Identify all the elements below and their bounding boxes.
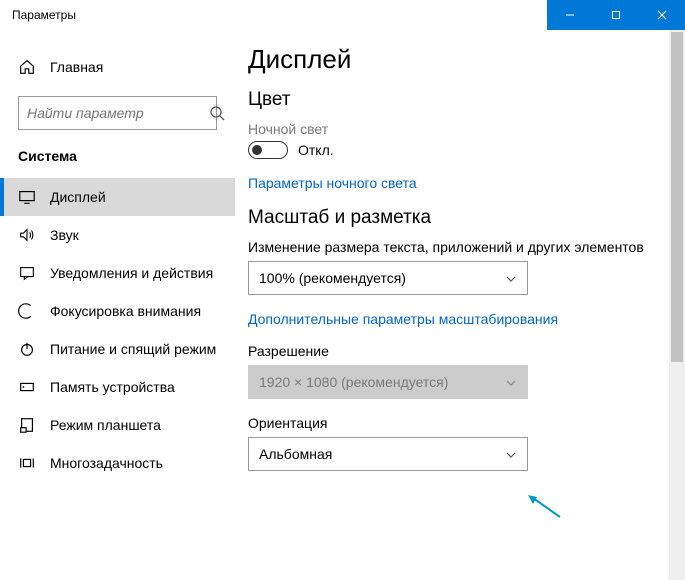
minimize-button[interactable] xyxy=(547,0,593,30)
section-scale: Масштаб и разметка xyxy=(248,207,655,229)
sidebar-item-label: Многозадачность xyxy=(50,455,163,471)
sidebar-item-tablet[interactable]: Режим планшета xyxy=(0,406,235,444)
chevron-down-icon xyxy=(505,448,517,460)
resolution-select[interactable]: 1920 × 1080 (рекомендуется) xyxy=(248,365,528,399)
sidebar-item-display[interactable]: Дисплей xyxy=(0,178,235,216)
sidebar-category: Система xyxy=(0,148,235,178)
sidebar-item-notifications[interactable]: Уведомления и действия xyxy=(0,254,235,292)
night-light-state: Откл. xyxy=(298,142,334,158)
orientation-select[interactable]: Альбомная xyxy=(248,437,528,471)
search-input[interactable] xyxy=(27,105,209,121)
sidebar-item-label: Питание и спящий режим xyxy=(50,341,216,357)
window-titlebar: Параметры xyxy=(0,0,685,30)
chevron-down-icon xyxy=(505,272,517,284)
orientation-value: Альбомная xyxy=(259,446,332,462)
window-title: Параметры xyxy=(0,8,76,22)
search-icon xyxy=(209,105,225,121)
multitask-icon xyxy=(18,454,36,472)
chevron-down-icon xyxy=(505,376,517,388)
night-light-label: Ночной свет xyxy=(248,121,655,137)
sidebar-item-label: Звук xyxy=(50,227,79,243)
tablet-icon xyxy=(18,416,36,434)
advanced-scale-link[interactable]: Дополнительные параметры масштабирования xyxy=(248,311,655,327)
orientation-label: Ориентация xyxy=(248,415,655,431)
section-color: Цвет xyxy=(248,89,655,111)
focus-icon xyxy=(18,302,36,320)
sidebar-item-label: Память устройства xyxy=(50,379,175,395)
display-icon xyxy=(18,188,36,206)
scale-select[interactable]: 100% (рекомендуется) xyxy=(248,261,528,295)
sidebar-item-label: Дисплей xyxy=(50,189,106,205)
night-light-toggle[interactable] xyxy=(248,141,288,159)
night-light-settings-link[interactable]: Параметры ночного света xyxy=(248,175,655,191)
resolution-value: 1920 × 1080 (рекомендуется) xyxy=(259,374,448,390)
home-icon xyxy=(18,58,36,76)
sound-icon xyxy=(18,226,36,244)
scale-label: Изменение размера текста, приложений и д… xyxy=(248,239,655,255)
sidebar-item-label: Уведомления и действия xyxy=(50,265,213,281)
resolution-label: Разрешение xyxy=(248,343,655,359)
storage-icon xyxy=(18,378,36,396)
sidebar: Главная Система Дисплей Звук Уведо xyxy=(0,30,235,580)
window-controls xyxy=(547,0,685,30)
power-icon xyxy=(18,340,36,358)
sidebar-item-sound[interactable]: Звук xyxy=(0,216,235,254)
scrollbar-thumb[interactable] xyxy=(671,32,683,362)
sidebar-item-label: Режим планшета xyxy=(50,417,161,433)
sidebar-item-storage[interactable]: Память устройства xyxy=(0,368,235,406)
sidebar-item-focus[interactable]: Фокусировка внимания xyxy=(0,292,235,330)
sidebar-item-label: Фокусировка внимания xyxy=(50,303,201,319)
sidebar-item-power[interactable]: Питание и спящий режим xyxy=(0,330,235,368)
sidebar-home-label: Главная xyxy=(50,59,103,75)
sidebar-home[interactable]: Главная xyxy=(0,50,235,84)
page-title: Дисплей xyxy=(248,44,655,75)
close-button[interactable] xyxy=(639,0,685,30)
notifications-icon xyxy=(18,264,36,282)
sidebar-item-multitask[interactable]: Многозадачность xyxy=(0,444,235,482)
scale-value: 100% (рекомендуется) xyxy=(259,270,406,286)
search-input-container[interactable] xyxy=(18,96,217,130)
maximize-button[interactable] xyxy=(593,0,639,30)
main-panel: Дисплей Цвет Ночной свет Откл. Параметры… xyxy=(235,30,685,580)
scrollbar[interactable] xyxy=(669,30,685,580)
